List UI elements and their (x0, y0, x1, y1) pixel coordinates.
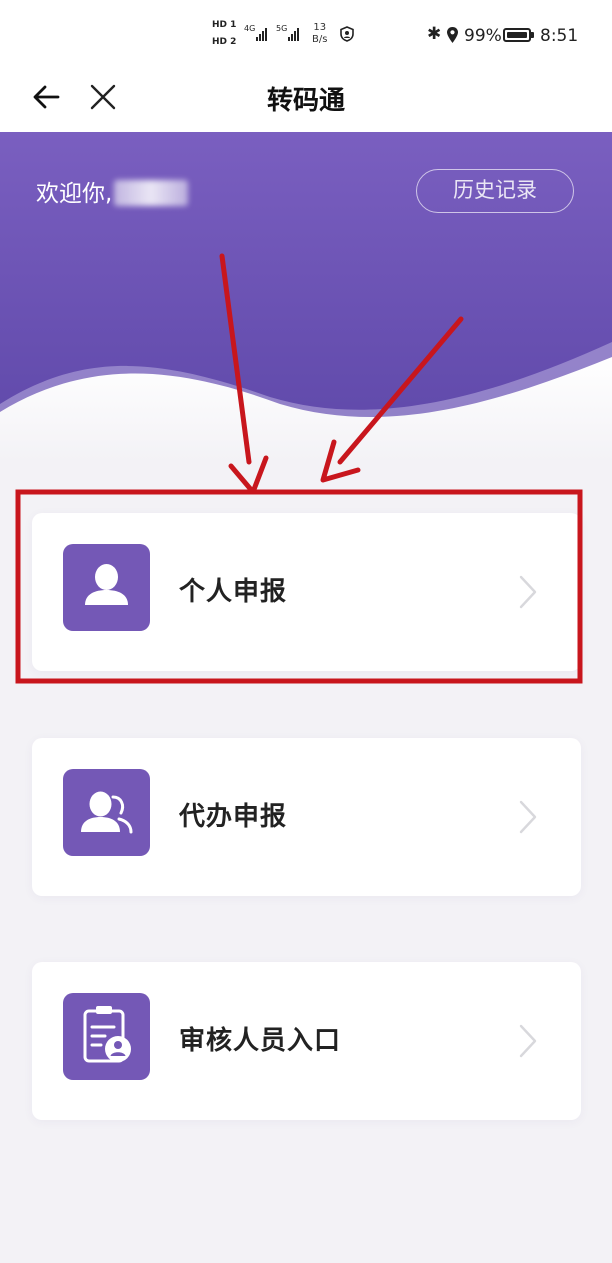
personal-declaration-card[interactable]: 个人申报 (32, 513, 581, 671)
chevron-right-icon (519, 575, 537, 609)
page-title: 转码通 (266, 86, 345, 116)
chevron-right-icon (519, 1024, 537, 1058)
network-hd-indicator: HD 1 HD 2 (212, 20, 237, 47)
battery-percent: 99% (464, 26, 502, 46)
history-button[interactable]: 历史记录 (416, 169, 574, 213)
clock: 8:51 (540, 26, 579, 46)
reviewer-entry-card[interactable]: 审核人员入口 (32, 962, 581, 1120)
signal-bars-icon (256, 28, 267, 41)
status-bar: HD 1 HD 2 4G 5G 13 B/s ✱ 99% 8:51 (0, 0, 612, 70)
card-label: 个人申报 (179, 577, 288, 607)
welcome-text: 欢迎你, (36, 174, 189, 208)
signal-type-1: 4G (244, 24, 256, 33)
signal-bars-icon (288, 28, 299, 41)
blurred-username (114, 180, 189, 206)
card-label: 审核人员入口 (179, 1026, 342, 1056)
battery-tip (531, 32, 534, 38)
person-icon (63, 544, 150, 631)
bluetooth-icon: ✱ (427, 24, 442, 44)
battery-icon (503, 28, 531, 42)
clipboard-person-icon (63, 993, 150, 1080)
proxy-declaration-card[interactable]: 代办申报 (32, 738, 581, 896)
card-label: 代办申报 (179, 802, 288, 832)
network-speed: 13 B/s (312, 22, 328, 45)
shield-icon (340, 26, 354, 42)
signal-type-2: 5G (276, 24, 288, 33)
location-icon (447, 27, 458, 43)
chevron-right-icon (519, 800, 537, 834)
header-banner: 欢迎你, 历史记录 (0, 132, 612, 462)
two-persons-icon (63, 769, 150, 856)
nav-bar: 转码通 (0, 70, 612, 132)
